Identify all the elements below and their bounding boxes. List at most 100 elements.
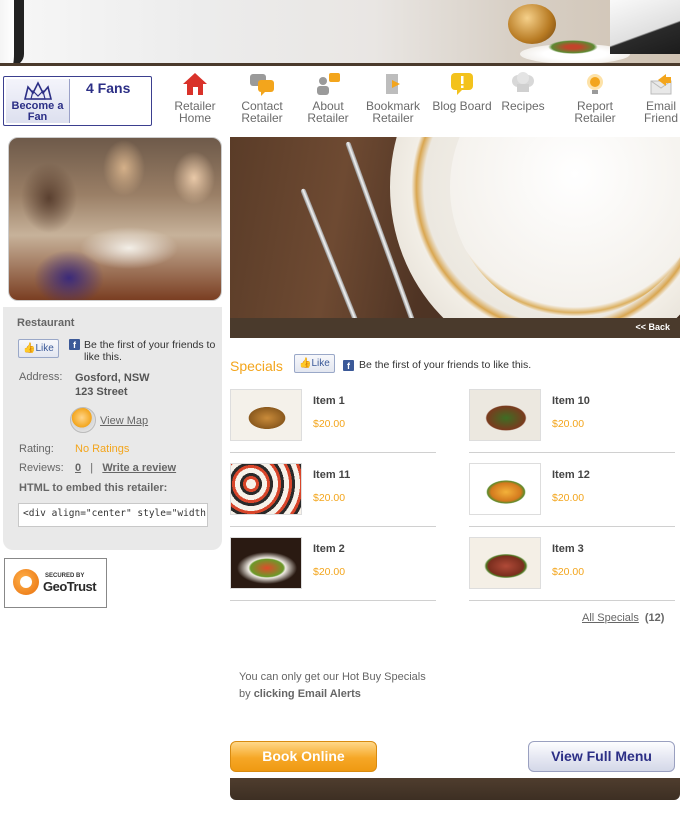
- special-thumbnail: [230, 389, 302, 441]
- banner-saucepan-image: [508, 4, 556, 44]
- retailer-category: Restaurant: [17, 317, 75, 329]
- special-item[interactable]: Item 2 $20.00: [230, 537, 436, 601]
- back-button[interactable]: << Back: [635, 322, 670, 332]
- hot-buy-line-2: by clicking Email Alerts: [239, 686, 499, 703]
- all-specials-row: All Specials (12): [582, 612, 664, 624]
- become-a-fan-label: Become a Fan: [11, 100, 64, 123]
- chat-bubbles-icon: [250, 74, 274, 96]
- like-label: Like: [35, 343, 54, 354]
- special-name: Item 3: [552, 543, 584, 555]
- nav-label: About Retailer: [307, 99, 349, 125]
- nav-email-friend[interactable]: Email Friend: [628, 72, 680, 124]
- special-name: Item 2: [313, 543, 345, 555]
- nav-retailer-home[interactable]: Retailer Home: [162, 72, 228, 124]
- facebook-like-button[interactable]: 👍Like: [18, 339, 59, 358]
- special-thumbnail: [469, 537, 541, 589]
- nav-report-retailer[interactable]: Report Retailer: [562, 72, 628, 124]
- rating-label: Rating:: [19, 443, 54, 455]
- specials-facebook-like-button[interactable]: 👍Like: [294, 354, 335, 373]
- banner-chef-right-image: [610, 0, 680, 54]
- like-label: Like: [311, 358, 330, 369]
- special-price: $20.00: [552, 492, 585, 504]
- footer-bar: [230, 778, 680, 800]
- special-thumbnail: [469, 463, 541, 515]
- all-specials-link[interactable]: All Specials: [582, 612, 639, 624]
- write-review-link[interactable]: Write a review: [102, 462, 176, 474]
- special-price: $20.00: [313, 566, 346, 578]
- address-line-1: Gosford, NSW: [75, 372, 150, 384]
- bookmark-icon: [386, 74, 400, 94]
- envelope-arrow-icon: [650, 74, 672, 95]
- special-name: Item 1: [313, 395, 345, 407]
- special-item[interactable]: Item 3 $20.00: [469, 537, 675, 601]
- nav-blog-board[interactable]: Blog Board: [429, 72, 495, 112]
- specials-like-text: Be the first of your friends to like thi…: [359, 359, 532, 371]
- geotrust-name: GeoTrust: [43, 579, 97, 594]
- reviews-separator: |: [90, 462, 94, 474]
- map-pin-icon[interactable]: [70, 407, 96, 433]
- special-item[interactable]: Item 1 $20.00: [230, 389, 436, 453]
- become-a-fan-button[interactable]: Become a Fan: [6, 79, 70, 123]
- rating-value: No Ratings: [75, 443, 130, 455]
- view-map-link[interactable]: View Map: [100, 415, 148, 427]
- geotrust-logo-icon: [13, 569, 39, 595]
- address-line-2: 123 Street: [75, 386, 128, 398]
- special-item[interactable]: Item 11 $20.00: [230, 463, 436, 527]
- embed-code-field[interactable]: <div align="center" style="width:208px: [18, 503, 208, 527]
- special-name: Item 12: [552, 469, 590, 481]
- nav-label: Email Friend: [643, 99, 678, 125]
- banner-chef-left-image: [0, 0, 24, 63]
- reviews-count-link[interactable]: 0: [75, 462, 81, 474]
- retailer-photo: [8, 137, 222, 301]
- retailer-nav: Retailer Home Contact Retailer About Ret…: [162, 72, 680, 130]
- embed-label: HTML to embed this retailer:: [19, 482, 168, 494]
- nav-label: Bookmark Retailer: [365, 99, 421, 125]
- nav-label: Contact Retailer: [241, 99, 283, 125]
- all-specials-count: (12): [644, 612, 665, 624]
- reviews-row: 0 | Write a review: [75, 462, 176, 474]
- nav-label: Report Retailer: [574, 99, 616, 125]
- nav-about-retailer[interactable]: About Retailer: [295, 72, 361, 124]
- specials-title: Specials: [230, 358, 283, 374]
- alert-bulb-icon: [587, 74, 603, 94]
- nav-bookmark-retailer[interactable]: Bookmark Retailer: [360, 72, 426, 124]
- crown-icon: [23, 81, 52, 100]
- geotrust-badge[interactable]: SECURED BY GeoTrust: [4, 558, 107, 608]
- fan-count: 4 Fans: [86, 80, 131, 96]
- hot-buy-notice: You can only get our Hot Buy Specials by…: [239, 669, 499, 703]
- fan-box: Become a Fan 4 Fans: [3, 76, 152, 126]
- header-banner: [0, 0, 680, 66]
- book-online-button[interactable]: Book Online: [230, 741, 377, 772]
- person-speech-icon: [317, 73, 340, 95]
- nav-label: Retailer Home: [174, 99, 216, 125]
- special-item[interactable]: Item 12 $20.00: [469, 463, 675, 527]
- hot-buy-prefix: by: [239, 688, 251, 700]
- special-thumbnail: [469, 389, 541, 441]
- nav-recipes[interactable]: Recipes: [490, 72, 556, 113]
- retailer-info-panel: Restaurant 👍Like f Be the first of your …: [3, 307, 222, 550]
- chef-hat-icon: [512, 72, 534, 92]
- hot-buy-link-text[interactable]: clicking Email Alerts: [254, 688, 361, 700]
- special-thumbnail: [230, 463, 302, 515]
- hero-bar: << Back: [230, 318, 680, 338]
- special-item[interactable]: Item 10 $20.00: [469, 389, 675, 453]
- fork-icon: [300, 188, 362, 318]
- special-price: $20.00: [313, 492, 346, 504]
- blog-alert-icon: [451, 73, 473, 95]
- hero-image: [230, 137, 680, 318]
- thumbs-up-icon: 👍: [299, 358, 312, 369]
- nav-label: Recipes: [501, 99, 545, 113]
- special-price: $20.00: [552, 418, 585, 430]
- banner-food-image: [548, 40, 598, 54]
- hot-buy-line-1: You can only get our Hot Buy Specials: [239, 671, 426, 683]
- nav-contact-retailer[interactable]: Contact Retailer: [229, 72, 295, 124]
- thumbs-up-icon: 👍: [23, 343, 36, 354]
- facebook-icon: f: [69, 339, 80, 350]
- nav-label: Blog Board: [432, 99, 492, 113]
- facebook-icon: f: [343, 360, 354, 371]
- home-icon: [183, 73, 207, 95]
- special-name: Item 10: [552, 395, 590, 407]
- address-label: Address:: [19, 371, 63, 383]
- like-text: Be the first of your friends to like thi…: [84, 339, 216, 363]
- view-full-menu-button[interactable]: View Full Menu: [528, 741, 675, 772]
